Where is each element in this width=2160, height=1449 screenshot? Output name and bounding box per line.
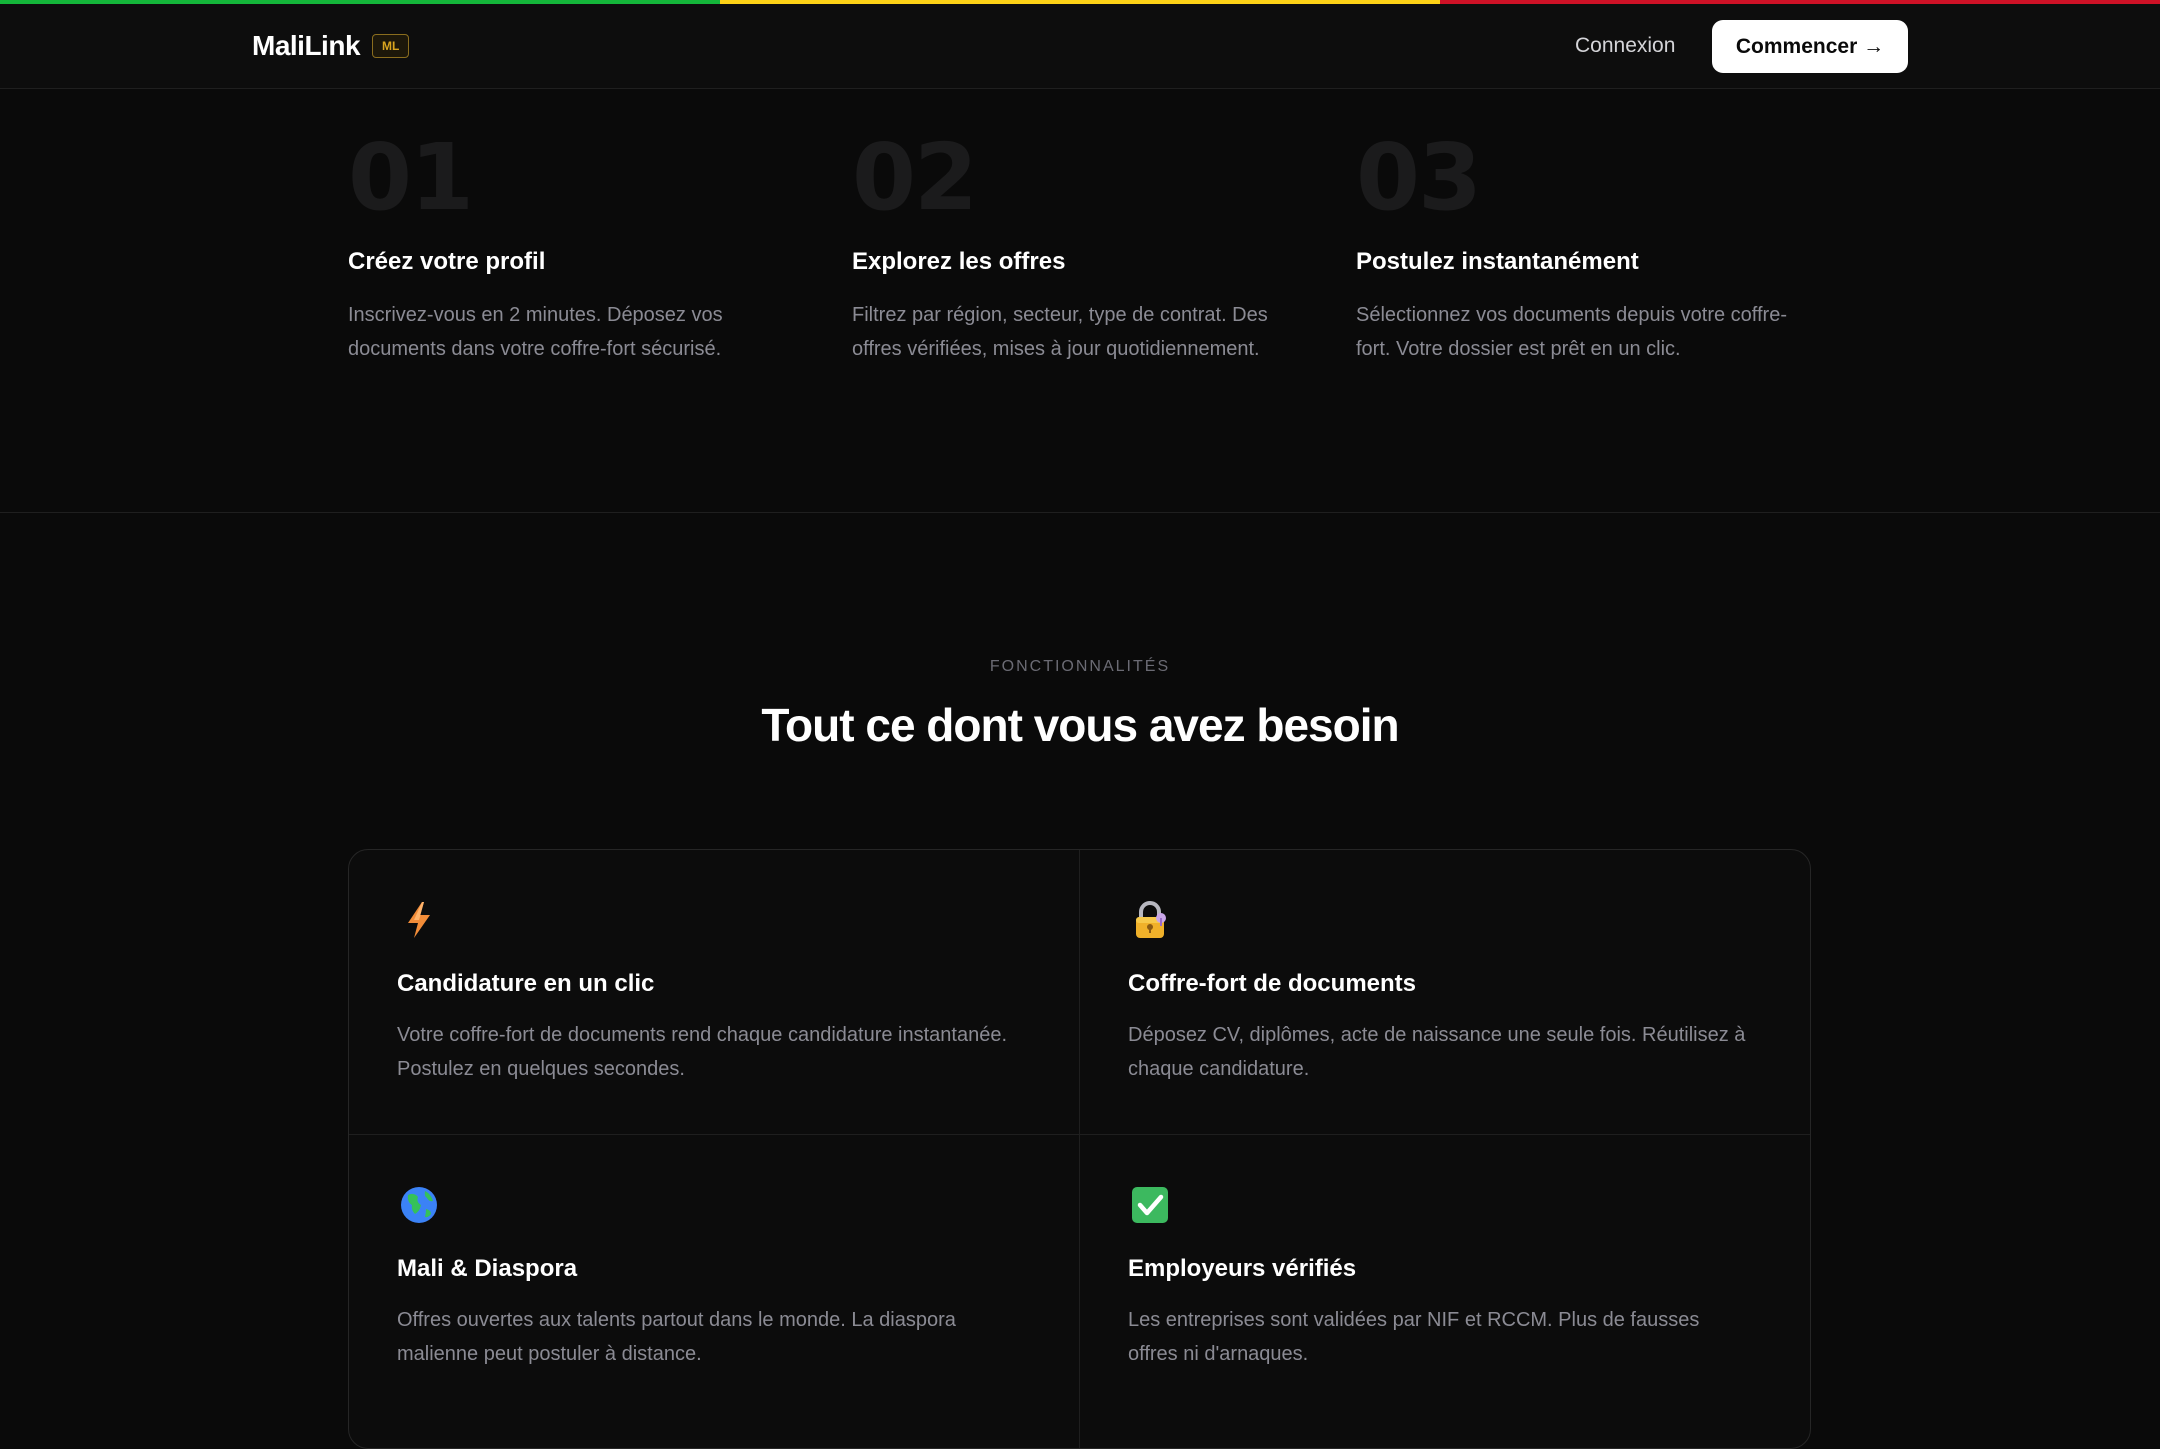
brand-name: MaliLink <box>252 30 361 61</box>
feature-description: Votre coffre-fort de documents rend chaq… <box>397 1024 1008 1080</box>
step-card: 03 Postulez instantanément Sélectionnez … <box>1356 132 1816 366</box>
brand-logo[interactable]: MaliLink ML <box>252 30 410 62</box>
feature-card: Candidature en un clic Votre coffre-fort… <box>349 850 1080 1135</box>
features-title: Tout ce dont vous avez besoin <box>761 699 1399 751</box>
step-title: Explorez les offres <box>852 248 1066 275</box>
lightning-icon <box>397 898 441 942</box>
feature-title: Candidature en un clic <box>397 970 655 997</box>
step-description: Filtrez par région, secteur, type de con… <box>852 304 1268 360</box>
feature-description: Offres ouvertes aux talents partout dans… <box>397 1309 956 1365</box>
feature-title: Mali & Diaspora <box>397 1255 578 1282</box>
feature-description: Les entreprises sont validées par NIF et… <box>1128 1309 1700 1365</box>
step-number: 02 <box>852 124 978 231</box>
step-title: Créez votre profil <box>348 248 546 275</box>
login-link[interactable]: Connexion <box>1575 34 1675 58</box>
step-title: Postulez instantanément <box>1356 248 1639 275</box>
feature-title: Coffre-fort de documents <box>1128 970 1416 997</box>
feature-card: Coffre-fort de documents Déposez CV, dip… <box>1080 850 1810 1135</box>
step-number: 03 <box>1356 124 1482 231</box>
step-description: Sélectionnez vos documents depuis votre … <box>1356 304 1787 360</box>
step-description: Inscrivez-vous en 2 minutes. Déposez vos… <box>348 304 723 360</box>
top-navbar: MaliLink ML Connexion Commencer → <box>0 4 2160 89</box>
feature-card: Employeurs vérifiés Les entreprises sont… <box>1080 1135 1810 1448</box>
feature-description: Déposez CV, diplômes, acte de naissance … <box>1128 1024 1746 1080</box>
section-divider <box>0 512 2160 513</box>
step-card: 02 Explorez les offres Filtrez par régio… <box>852 132 1312 366</box>
features-eyebrow: FONCTIONNALITÉS <box>989 658 1171 675</box>
brand-badge: ML <box>372 34 410 58</box>
step-number: 01 <box>348 124 474 231</box>
get-started-button[interactable]: Commencer → <box>1712 20 1908 73</box>
checkmark-icon <box>1128 1183 1172 1227</box>
how-it-works-steps: 01 Créez votre profil Inscrivez-vous en … <box>0 90 2160 512</box>
step-card: 01 Créez votre profil Inscrivez-vous en … <box>348 132 808 366</box>
feature-title: Employeurs vérifiés <box>1128 1255 1357 1282</box>
globe-icon <box>397 1183 441 1227</box>
lock-icon <box>1128 898 1172 942</box>
features-grid: Candidature en un clic Votre coffre-fort… <box>348 849 1811 1449</box>
feature-card: Mali & Diaspora Offres ouvertes aux tale… <box>349 1135 1080 1448</box>
